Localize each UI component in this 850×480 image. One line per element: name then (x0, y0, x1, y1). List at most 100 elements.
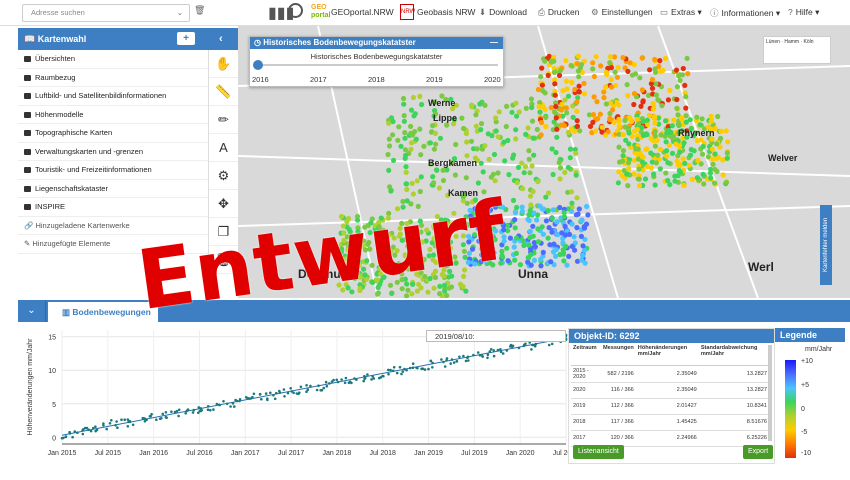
map-measure-point (712, 151, 718, 157)
book-icon: 📖 (24, 34, 38, 44)
map-measure-point (418, 152, 424, 158)
collapse-chevron-icon[interactable]: ⌄ (18, 300, 46, 322)
history-clock-icon[interactable] (288, 3, 303, 18)
category-item[interactable]: Höhenmodelle (18, 106, 238, 124)
map-measure-point (409, 291, 415, 297)
map-measure-point (554, 134, 560, 140)
map-measure-point (709, 146, 715, 152)
map-measure-point (694, 175, 700, 181)
table-row[interactable]: 2017 120 / 366 2.24966 6.25226 (571, 430, 769, 447)
info-menu[interactable]: ⓘ Informationen ▾ (710, 7, 780, 19)
edit-settings-icon[interactable]: ⚙ (209, 162, 238, 190)
map-measure-point (636, 121, 642, 127)
map-measure-point (601, 89, 607, 95)
data-point (517, 346, 521, 350)
settings-button[interactable]: ⚙ Einstellungen (591, 7, 653, 18)
category-item[interactable]: Liegenschaftskataster (18, 180, 238, 198)
download-button[interactable]: ⬇ Download (479, 7, 527, 18)
category-label: Hinzugeladene Kartenwerke (35, 220, 130, 230)
data-point (71, 435, 74, 439)
data-point (401, 370, 405, 373)
map-measure-point (509, 109, 515, 115)
report-map-error-tab[interactable]: Kartenfehler melden (820, 205, 832, 285)
table-row[interactable]: 2015 - 2020 582 / 2196 2.35049 13.2827 (571, 365, 769, 383)
category-item[interactable]: Topographische Karten (18, 124, 238, 143)
measure-icon[interactable]: 📏 (209, 78, 238, 106)
map-measure-point (510, 155, 516, 161)
map-measure-point (652, 182, 658, 188)
cell: 117 / 366 (601, 414, 636, 431)
map-measure-point (584, 203, 590, 210)
map-measure-point (707, 170, 714, 176)
panel-header: 📖 Kartenwahl + ‹ (18, 28, 238, 50)
geobasis-link[interactable]: Geobasis NRW (417, 7, 475, 17)
category-label: Touristik- und Freizeitinformationen (35, 165, 152, 174)
folder-icon (24, 56, 31, 63)
category-item[interactable]: Verwaltungskarten und -grenzen (18, 143, 238, 161)
map-measure-point (625, 68, 631, 74)
clear-search-icon[interactable]: 🗑 (194, 5, 208, 20)
map-measure-point (667, 182, 673, 188)
draw-pencil-icon[interactable]: ✏ (209, 106, 238, 134)
category-item[interactable]: Touristik- und Freizeitinformationen (18, 161, 238, 180)
map-measure-point (724, 155, 730, 161)
data-point (443, 365, 447, 368)
map-measure-point (665, 160, 671, 166)
map-measure-point (674, 84, 680, 90)
map-measure-point (718, 128, 724, 134)
map-measure-point (646, 112, 652, 118)
time-slider-handle[interactable] (253, 60, 263, 70)
overview-map[interactable]: Lünen · Hamm · Köln (763, 36, 831, 64)
data-point (387, 368, 390, 372)
geoportal-link[interactable]: GEOportal.NRW (331, 7, 394, 17)
add-button[interactable]: + (177, 32, 195, 45)
category-label: Übersichten (35, 54, 76, 63)
geoportal-logo[interactable]: GEO portal (311, 4, 330, 20)
map-measure-point (520, 186, 526, 192)
chart-svg: 0 5 10 15 Jan 2015 Jul 2015 Jan 2016 Jul 2016 Ja… (27, 330, 579, 457)
slider-year: 2019 (426, 75, 443, 84)
list-view-button[interactable]: Listenansicht (573, 445, 624, 459)
data-point (370, 378, 373, 381)
map-measure-point (593, 54, 599, 60)
map-measure-point (553, 149, 559, 156)
map-measure-point (528, 252, 534, 258)
text-annotation-icon[interactable]: A (209, 134, 238, 162)
table-row[interactable]: 2019 112 / 366 2.01427 10.8341 (571, 398, 769, 415)
print-button[interactable]: ⎙ Drucken (538, 7, 579, 18)
time-slider-track[interactable] (258, 64, 498, 66)
data-point (550, 342, 554, 346)
map-measure-point (652, 120, 658, 126)
table-scrollbar[interactable] (768, 345, 772, 441)
minimize-icon[interactable]: — (490, 37, 498, 49)
map-measure-point (594, 99, 600, 105)
info-icon: ⓘ (710, 8, 719, 18)
export-button[interactable]: Export (743, 445, 774, 459)
data-point (131, 423, 135, 427)
category-item[interactable]: Übersichten (18, 50, 238, 69)
map-measure-point (574, 195, 580, 201)
map-measure-point (547, 242, 553, 248)
data-point (305, 384, 308, 387)
nrw-logo[interactable]: NRW (400, 4, 415, 20)
chevron-left-icon[interactable]: ‹ (219, 28, 223, 50)
table-row[interactable]: 2020 116 / 366 2.35049 13.2827 (571, 382, 769, 399)
map-measure-point (590, 60, 596, 66)
category-item[interactable]: Raumbezug (18, 69, 238, 87)
chevron-down-icon[interactable]: ⌄ (177, 5, 183, 21)
category-item[interactable]: Luftbild- und Satellitenbildinformatione… (18, 87, 238, 106)
map-measure-point (674, 105, 680, 111)
map-measure-point (545, 208, 551, 214)
map-measure-point (632, 71, 639, 77)
address-search-input[interactable]: Adresse suchen ⌄ (22, 4, 190, 22)
map-measure-point (473, 123, 479, 129)
pan-hand-icon[interactable]: ✋ (209, 50, 238, 78)
help-menu[interactable]: ? Hilfe ▾ (788, 7, 819, 18)
move-icon[interactable]: ✥ (209, 190, 238, 218)
map-measure-point (561, 214, 567, 220)
table-row[interactable]: 2018 117 / 366 1.45425 8.51676 (571, 414, 769, 431)
extras-menu[interactable]: ▭ Extras ▾ (660, 7, 702, 18)
category-item[interactable]: INSPIRE (18, 198, 238, 217)
date-input[interactable]: 2019/08/10: (426, 330, 566, 342)
map-measure-point (677, 169, 684, 175)
